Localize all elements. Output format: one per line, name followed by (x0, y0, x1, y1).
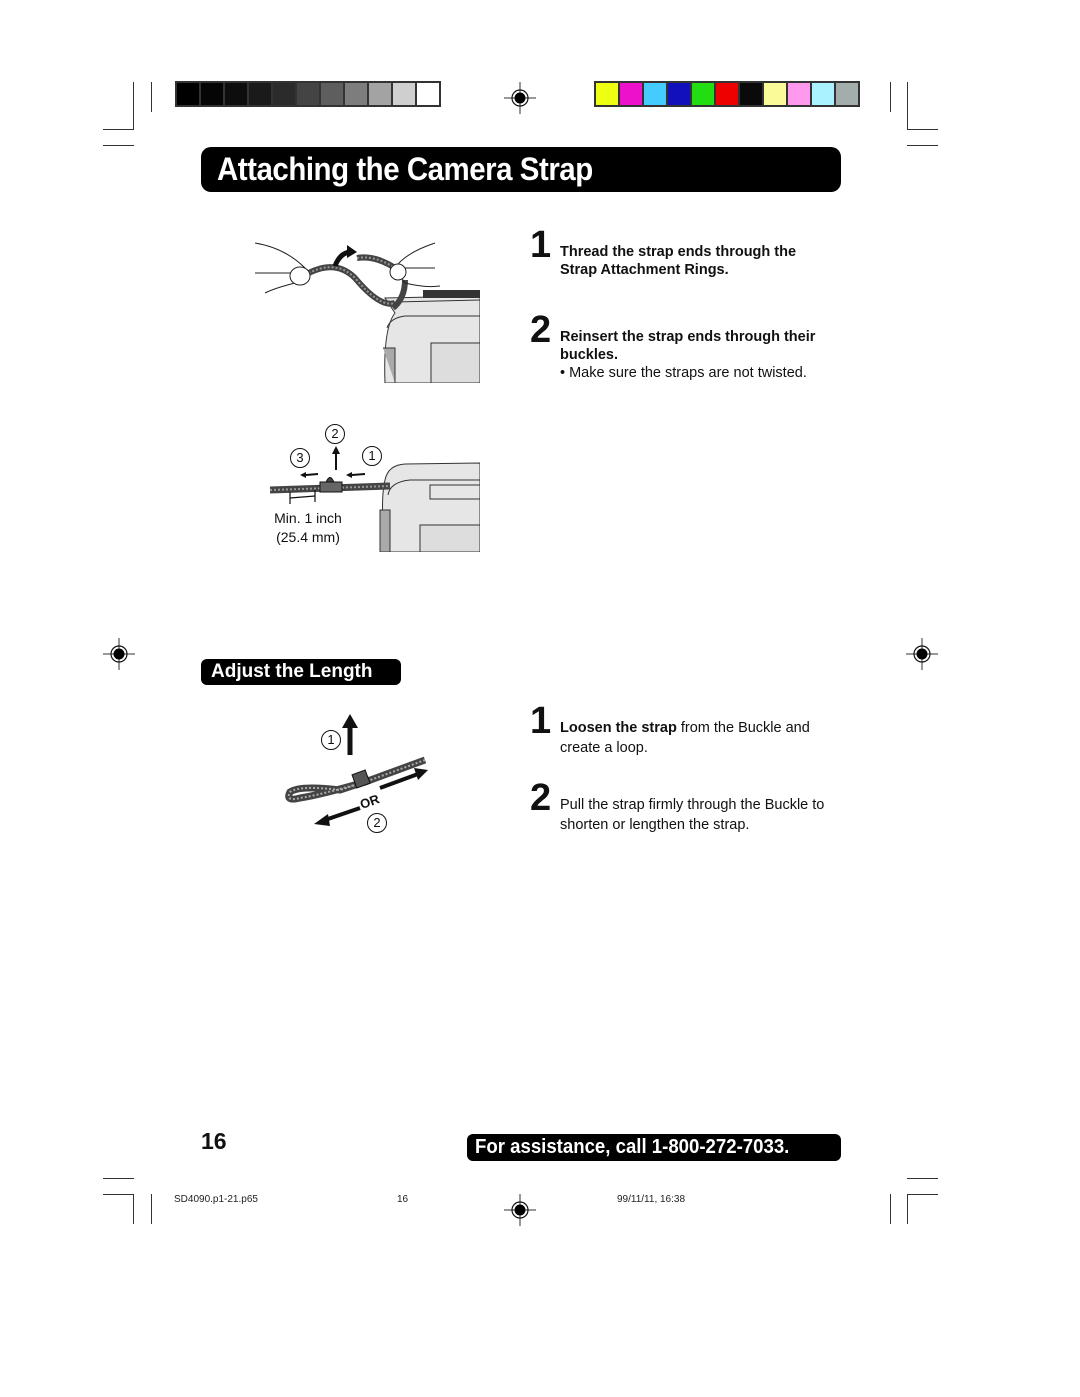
color-swatch (764, 83, 786, 105)
color-swatch (692, 83, 714, 105)
step-number: 2 (530, 309, 552, 351)
color-swatch (177, 83, 199, 105)
crop-mark (907, 1178, 938, 1179)
callout-number: 3 (290, 448, 310, 468)
page-title-banner: Attaching the Camera Strap (201, 147, 841, 192)
crop-mark (103, 1194, 134, 1195)
crop-mark (890, 82, 891, 112)
color-swatch (369, 83, 391, 105)
crop-mark (151, 1194, 152, 1224)
color-swatch (596, 83, 618, 105)
step-note: • Make sure the straps are not twisted. (560, 365, 807, 381)
registration-mark-icon (906, 638, 938, 670)
crop-mark (151, 82, 152, 112)
crop-mark (103, 129, 134, 130)
crop-mark (907, 1194, 908, 1224)
file-name: SD4090.p1-21.p65 (174, 1194, 258, 1205)
file-page-number: 16 (397, 1194, 409, 1205)
color-swatch (273, 83, 295, 105)
arrow-up-icon (332, 446, 340, 468)
color-swatch (297, 83, 319, 105)
crop-mark (907, 82, 908, 130)
registration-mark-icon (504, 82, 536, 114)
grayscale-calibration-bar (175, 81, 441, 107)
step-text: Loosen the strap from the Buckle and cre… (560, 719, 845, 758)
color-swatch (668, 83, 690, 105)
color-swatch (836, 83, 858, 105)
timestamp: 99/11/11, 16:38 (617, 1194, 686, 1205)
figure-caption: Min. 1 inch (25.4 mm) (262, 509, 354, 547)
page-number: 16 (201, 1128, 227, 1154)
section-heading: Adjust the Length (211, 661, 373, 682)
color-swatch (812, 83, 834, 105)
registration-mark-icon (103, 638, 135, 670)
color-swatch (620, 83, 642, 105)
color-swatch (225, 83, 247, 105)
color-calibration-bar (594, 81, 860, 107)
callout-number: 2 (367, 813, 387, 833)
section-heading-banner: Adjust the Length (201, 659, 401, 685)
crop-mark (890, 1194, 891, 1224)
registration-mark-icon (504, 1194, 536, 1226)
color-swatch (393, 83, 415, 105)
crop-mark (103, 1178, 134, 1179)
assistance-banner: For assistance, call 1-800-272-7033. (467, 1134, 841, 1161)
callout-number: 2 (325, 424, 345, 444)
step-text-bold: Loosen the strap (560, 720, 677, 736)
color-swatch (201, 83, 223, 105)
crop-mark (133, 82, 134, 130)
step-number: 1 (530, 700, 552, 742)
caption-line: Min. 1 inch (274, 510, 342, 526)
callout-number: 1 (321, 730, 341, 750)
crop-mark (907, 1194, 938, 1195)
crop-mark (907, 129, 938, 130)
step-number: 2 (530, 777, 552, 819)
crop-mark (133, 1194, 134, 1224)
color-swatch (345, 83, 367, 105)
color-swatch (249, 83, 271, 105)
callout-number: 1 (362, 446, 382, 466)
step-number: 1 (530, 224, 552, 266)
assistance-text: For assistance, call 1-800-272-7033. (475, 1136, 790, 1158)
color-swatch (740, 83, 762, 105)
page-title: Attaching the Camera Strap (217, 151, 593, 187)
crop-mark (907, 145, 938, 146)
strap-adjust-illustration: OR (285, 714, 428, 826)
color-swatch (417, 83, 439, 105)
step-text: Pull the strap firmly through the Buckle… (560, 797, 825, 833)
color-swatch (716, 83, 738, 105)
strap-threading-illustration (255, 242, 480, 383)
caption-line: (25.4 mm) (276, 529, 340, 545)
crop-mark (103, 145, 134, 146)
color-swatch (644, 83, 666, 105)
color-swatch (321, 83, 343, 105)
color-swatch (788, 83, 810, 105)
step-text: Reinsert the strap ends through their bu… (560, 329, 816, 363)
or-label: OR (358, 791, 382, 812)
step-text: Thread the strap ends through the Strap … (560, 244, 797, 278)
